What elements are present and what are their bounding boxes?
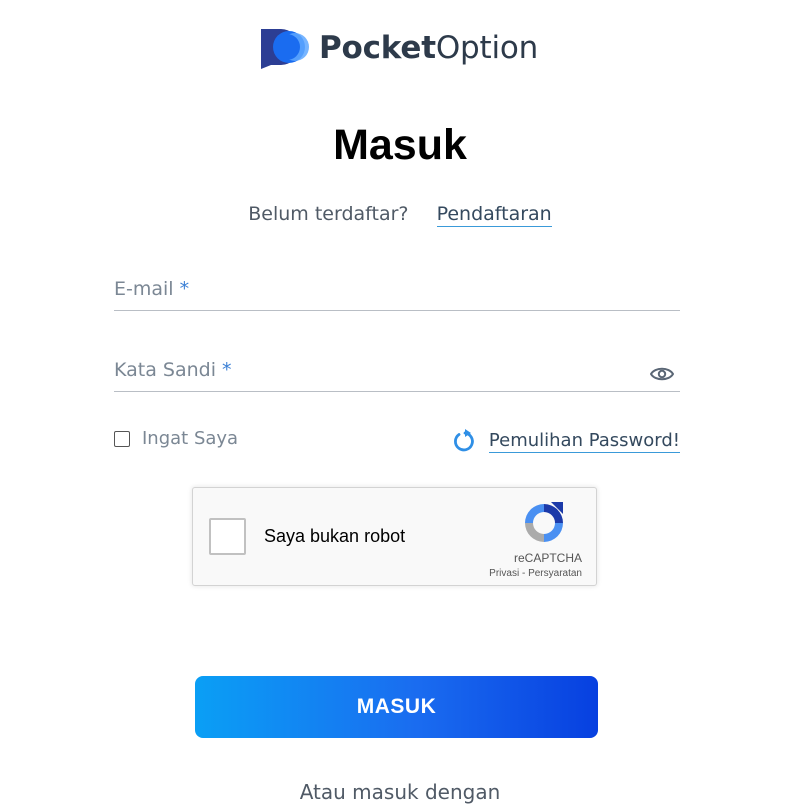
page-title: Masuk bbox=[333, 121, 467, 169]
login-button[interactable]: MASUK bbox=[195, 676, 598, 738]
pocket-option-logo-icon bbox=[261, 29, 309, 69]
recaptcha-label: Saya bukan robot bbox=[264, 526, 406, 546]
password-field[interactable]: Kata Sandi * bbox=[114, 351, 680, 393]
signup-question: Belum terdaftar? bbox=[248, 203, 409, 225]
password-input[interactable] bbox=[114, 351, 638, 393]
recaptcha-brand: reCAPTCHA bbox=[513, 551, 582, 565]
remember-checkbox[interactable] bbox=[114, 430, 130, 447]
email-input[interactable] bbox=[114, 270, 638, 312]
brand-name: PocketOption bbox=[319, 27, 538, 69]
signup-link[interactable]: Pendaftaran bbox=[436, 203, 552, 227]
password-recovery-link[interactable]: Pemulihan Password! bbox=[450, 428, 680, 454]
recaptcha-logo-icon bbox=[525, 502, 563, 542]
recaptcha-separator: - bbox=[521, 568, 526, 579]
eye-icon[interactable] bbox=[650, 365, 674, 383]
brand-logo[interactable]: PocketOption bbox=[259, 27, 538, 69]
refresh-icon bbox=[453, 429, 474, 452]
email-field[interactable]: E-mail * bbox=[114, 270, 680, 312]
brand-name-bold: Pocket bbox=[319, 30, 436, 66]
brand-name-regular: Option bbox=[435, 30, 539, 66]
recaptcha-checkbox[interactable] bbox=[209, 518, 246, 555]
signup-row: Belum terdaftar? Pendaftaran bbox=[0, 200, 800, 228]
recaptcha-terms-link[interactable]: Persyaratan bbox=[528, 568, 582, 579]
remember-label: Ingat Saya bbox=[142, 428, 239, 449]
recaptcha-links: Privasi - Persyaratan bbox=[489, 568, 582, 579]
alternative-login-text: Atau masuk dengan bbox=[299, 780, 501, 804]
recaptcha-widget: Saya bukan robot reCAPTCHA Privasi - Per… bbox=[192, 487, 597, 586]
remember-me[interactable]: Ingat Saya bbox=[114, 428, 238, 449]
recovery-label: Pemulihan Password! bbox=[488, 429, 680, 453]
recaptcha-privacy-link[interactable]: Privasi bbox=[489, 568, 519, 579]
